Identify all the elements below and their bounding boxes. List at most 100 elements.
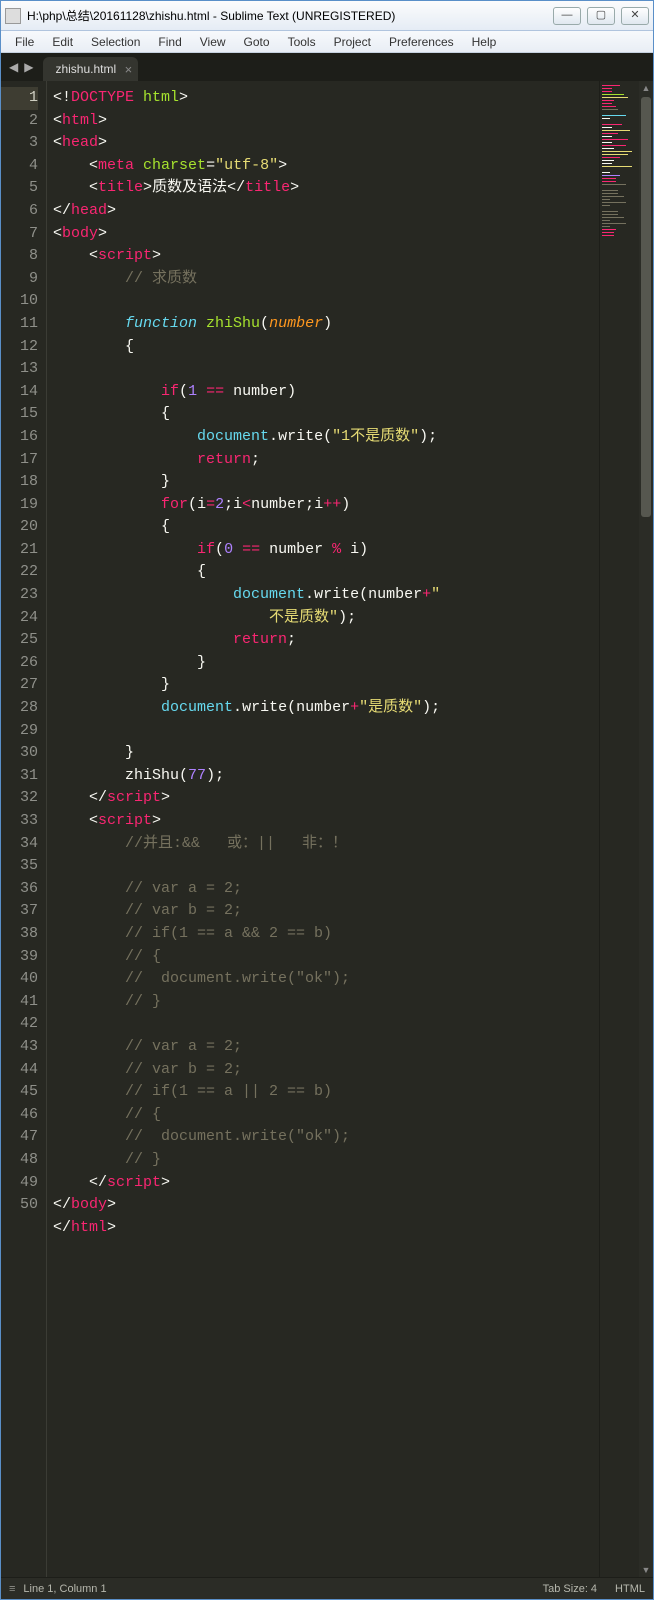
line-number[interactable]: 30	[1, 742, 38, 765]
code-line[interactable]: function zhiShu(number)	[53, 313, 599, 336]
line-number[interactable]: 4	[1, 155, 38, 178]
line-number[interactable]: 16	[1, 426, 38, 449]
line-number[interactable]: 3	[1, 132, 38, 155]
code-line[interactable]: </body>	[53, 1194, 599, 1217]
line-number[interactable]: 41	[1, 991, 38, 1014]
line-number[interactable]: 38	[1, 923, 38, 946]
code-line[interactable]: // }	[53, 1149, 599, 1172]
line-number[interactable]: 19	[1, 494, 38, 517]
code-line[interactable]: for(i=2;i<number;i++)	[53, 494, 599, 517]
line-number[interactable]: 39	[1, 946, 38, 969]
code-line[interactable]: //并且:&& 或：|| 非：！	[53, 833, 599, 856]
code-line[interactable]	[53, 290, 599, 313]
line-number[interactable]: 50	[1, 1194, 38, 1217]
line-number[interactable]: 7	[1, 223, 38, 246]
line-number[interactable]: 49	[1, 1172, 38, 1195]
code-line[interactable]: <title>质数及语法</title>	[53, 177, 599, 200]
line-number[interactable]: 22	[1, 561, 38, 584]
line-number[interactable]: 31	[1, 765, 38, 788]
code-line[interactable]: document.write("1不是质数");	[53, 426, 599, 449]
scroll-down-icon[interactable]: ▼	[639, 1563, 653, 1577]
vertical-scrollbar[interactable]: ▲ ▼	[639, 81, 653, 1577]
menu-find[interactable]: Find	[150, 33, 189, 51]
code-line[interactable]: </head>	[53, 200, 599, 223]
line-number[interactable]: 2	[1, 110, 38, 133]
code-line[interactable]: {	[53, 561, 599, 584]
line-number[interactable]: 12	[1, 336, 38, 359]
line-number[interactable]: 36	[1, 878, 38, 901]
code-line[interactable]: }	[53, 652, 599, 675]
line-number[interactable]: 13	[1, 358, 38, 381]
line-number[interactable]: 5	[1, 177, 38, 200]
code-line[interactable]: // {	[53, 1104, 599, 1127]
line-number[interactable]: 14	[1, 381, 38, 404]
status-cursor[interactable]: Line 1, Column 1	[23, 1583, 542, 1595]
maximize-button[interactable]: ▢	[587, 7, 615, 25]
code-line[interactable]: <head>	[53, 132, 599, 155]
line-number[interactable]: 6	[1, 200, 38, 223]
close-button[interactable]: ✕	[621, 7, 649, 25]
line-number[interactable]: 48	[1, 1149, 38, 1172]
menu-project[interactable]: Project	[326, 33, 379, 51]
code-line[interactable]: // var b = 2;	[53, 1059, 599, 1082]
code-line[interactable]: </script>	[53, 1172, 599, 1195]
nav-forward-icon[interactable]: ▶	[22, 60, 35, 74]
code-line[interactable]: <script>	[53, 810, 599, 833]
line-number[interactable]: 23	[1, 584, 38, 607]
line-number[interactable]: 32	[1, 787, 38, 810]
code-line[interactable]: // }	[53, 991, 599, 1014]
status-syntax[interactable]: HTML	[615, 1583, 645, 1595]
line-number[interactable]: 24	[1, 607, 38, 630]
code-line[interactable]: // if(1 == a && 2 == b)	[53, 923, 599, 946]
line-number[interactable]: 27	[1, 674, 38, 697]
code-line[interactable]: return;	[53, 629, 599, 652]
code-line[interactable]: }	[53, 674, 599, 697]
line-number[interactable]: 46	[1, 1104, 38, 1127]
code-line[interactable]	[53, 1013, 599, 1036]
menu-help[interactable]: Help	[464, 33, 505, 51]
menu-edit[interactable]: Edit	[44, 33, 81, 51]
line-number[interactable]: 20	[1, 516, 38, 539]
code-line[interactable]: document.write(number+"是质数");	[53, 697, 599, 720]
code-line[interactable]	[53, 855, 599, 878]
line-number[interactable]: 29	[1, 720, 38, 743]
code-line[interactable]: }	[53, 471, 599, 494]
minimize-button[interactable]: —	[553, 7, 581, 25]
line-number[interactable]: 37	[1, 900, 38, 923]
line-number[interactable]: 45	[1, 1081, 38, 1104]
line-number[interactable]: 25	[1, 629, 38, 652]
menu-file[interactable]: File	[7, 33, 42, 51]
titlebar[interactable]: H:\php\总结\20161128\zhishu.html - Sublime…	[1, 1, 653, 31]
code-line[interactable]: zhiShu(77);	[53, 765, 599, 788]
code-area[interactable]: <!DOCTYPE html><html><head> <meta charse…	[47, 81, 599, 1577]
line-number[interactable]: 11	[1, 313, 38, 336]
scroll-thumb[interactable]	[641, 97, 651, 517]
code-line[interactable]: <meta charset="utf-8">	[53, 155, 599, 178]
minimap[interactable]	[599, 81, 639, 1577]
code-line[interactable]: return;	[53, 449, 599, 472]
code-line[interactable]: // if(1 == a || 2 == b)	[53, 1081, 599, 1104]
code-line[interactable]: // var b = 2;	[53, 900, 599, 923]
menu-selection[interactable]: Selection	[83, 33, 148, 51]
code-line[interactable]: // var a = 2;	[53, 1036, 599, 1059]
code-line[interactable]: if(1 == number)	[53, 381, 599, 404]
line-number[interactable]: 8	[1, 245, 38, 268]
scroll-up-icon[interactable]: ▲	[639, 81, 653, 95]
tab-zhishu[interactable]: zhishu.html ×	[43, 57, 138, 81]
code-line[interactable]: <!DOCTYPE html>	[53, 87, 599, 110]
code-line[interactable]: </html>	[53, 1217, 599, 1240]
code-line[interactable]: <body>	[53, 223, 599, 246]
code-line[interactable]: <script>	[53, 245, 599, 268]
line-number[interactable]: 26	[1, 652, 38, 675]
line-number[interactable]: 17	[1, 449, 38, 472]
line-number[interactable]: 9	[1, 268, 38, 291]
code-line[interactable]: }	[53, 742, 599, 765]
line-number[interactable]: 33	[1, 810, 38, 833]
menu-preferences[interactable]: Preferences	[381, 33, 462, 51]
menu-view[interactable]: View	[192, 33, 234, 51]
code-line[interactable]: // document.write("ok");	[53, 968, 599, 991]
status-hamburger-icon[interactable]: ≡	[9, 1583, 15, 1595]
menu-tools[interactable]: Tools	[280, 33, 324, 51]
code-line[interactable]: {	[53, 336, 599, 359]
code-line[interactable]: 不是质数");	[53, 607, 599, 630]
